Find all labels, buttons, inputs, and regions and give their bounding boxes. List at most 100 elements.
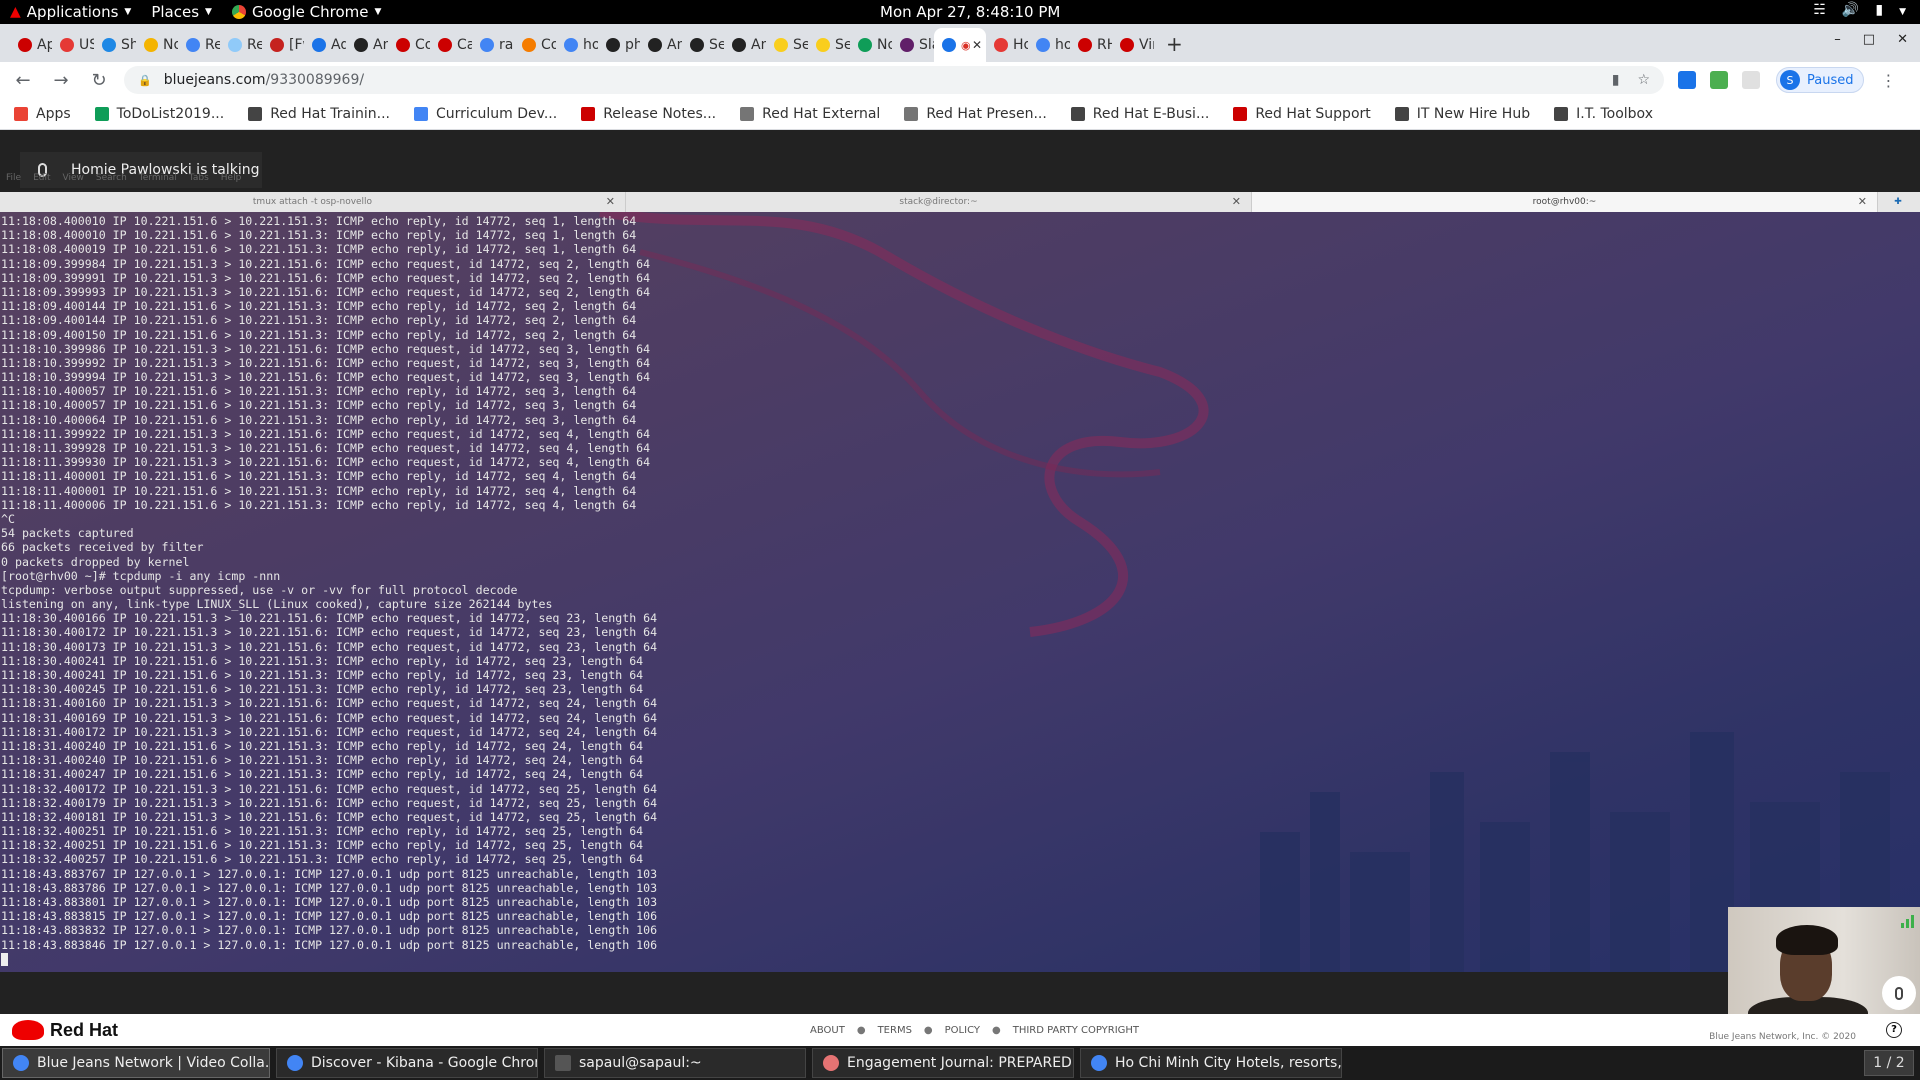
help-icon[interactable]: ? [1886, 1022, 1902, 1038]
browser-tab[interactable]: Nov [850, 28, 892, 62]
browser-tab[interactable]: Con [388, 28, 430, 62]
new-tab-button[interactable]: + [1166, 28, 1183, 62]
terminal-tab[interactable]: tmux attach -t osp-novello ✕ [0, 192, 626, 212]
browser-tab[interactable]: Res [220, 28, 262, 62]
terminal-line: ^C [1, 511, 15, 526]
taskbar-window-button[interactable]: Discover - Kibana - Google Chrome [276, 1048, 538, 1078]
terminal-cursor [1, 952, 8, 966]
places-menu[interactable]: Places ▼ [141, 0, 222, 24]
menu-icon[interactable]: ⋮ [1880, 71, 1896, 90]
reading-list-icon[interactable] [1742, 71, 1760, 89]
browser-tab[interactable]: Ama [346, 28, 388, 62]
close-icon[interactable]: ✕ [1232, 192, 1241, 212]
camera-icon[interactable]: ▮ [1612, 72, 1620, 88]
tab-favicon-icon [564, 38, 578, 52]
bookmark-item[interactable]: ToDoList2019... [94, 106, 224, 122]
workspace-switcher[interactable]: 1 / 2 [1864, 1050, 1914, 1076]
bookmark-item[interactable]: I.T. Toolbox [1554, 106, 1653, 122]
app-menu[interactable]: Google Chrome ▼ [222, 0, 391, 24]
browser-tab[interactable]: Adri [304, 28, 346, 62]
close-tab-icon[interactable]: ✕ [972, 38, 982, 52]
terminal-line: 11:18:09.399993 IP 10.221.151.3 > 10.221… [1, 284, 651, 299]
extension-photo-icon[interactable] [1710, 71, 1728, 89]
browser-tab[interactable]: Slac [892, 28, 934, 62]
browser-tab[interactable]: Sen [682, 28, 724, 62]
browser-tab[interactable]: App [10, 28, 52, 62]
bookmark-item[interactable]: Red Hat E-Busi... [1070, 106, 1209, 122]
browser-tab[interactable]: Sen [766, 28, 808, 62]
minimize-icon[interactable]: – [1834, 32, 1841, 47]
browser-tab[interactable]: rabl [472, 28, 514, 62]
page-footer: Red Hat ABOUT ● TERMS ● POLICY ● THIRD PARTY C… [0, 1014, 1920, 1046]
bookmark-item[interactable]: Red Hat Support [1233, 106, 1371, 122]
star-icon[interactable]: ☆ [1637, 72, 1650, 88]
browser-tab[interactable]: Sha [94, 28, 136, 62]
terminal-line: 11:18:32.400251 IP 10.221.151.6 > 10.221… [1, 838, 644, 853]
taskbar-window-button[interactable]: sapaul@sapaul:~ [544, 1048, 806, 1078]
tab-active[interactable]: ◉ ✕ [934, 28, 986, 62]
back-icon[interactable]: ← [8, 70, 38, 91]
taskbar-window-button[interactable]: Engagement Journal: PREPARED F... [812, 1048, 1074, 1078]
footer-link[interactable]: ABOUT [810, 1025, 845, 1036]
close-icon[interactable]: ✕ [606, 192, 615, 212]
browser-tab[interactable]: Cas [430, 28, 472, 62]
system-tray[interactable]: ☵ 🔊 ▮ ▼ [1813, 2, 1906, 22]
browser-tab[interactable]: Ama [724, 28, 766, 62]
mute-microphone-button[interactable] [1882, 976, 1916, 1010]
terminal-line: 11:18:30.400166 IP 10.221.151.3 > 10.221… [1, 611, 658, 626]
taskbar-window-button[interactable]: Ho Chi Minh City Hotels, resorts, ... [1080, 1048, 1342, 1078]
bookmark-item[interactable]: Release Notes... [581, 106, 716, 122]
browser-tab[interactable]: Hov [986, 28, 1028, 62]
maximize-icon[interactable]: □ [1863, 32, 1875, 47]
terminal-line: 11:18:30.400241 IP 10.221.151.6 > 10.221… [1, 668, 644, 682]
tab-label: Sen [709, 37, 724, 53]
footer-link[interactable]: THIRD PARTY COPYRIGHT [1013, 1025, 1139, 1036]
bookmark-item[interactable]: Red Hat External [740, 106, 880, 122]
bookmark-item[interactable]: Curriculum Dev... [414, 106, 557, 122]
bookmark-item[interactable]: IT New Hire Hub [1394, 106, 1530, 122]
browser-tab[interactable]: Virt [1112, 28, 1154, 62]
separator-dot: ● [923, 1024, 933, 1036]
terminal-tab[interactable]: stack@director:~ ✕ [626, 192, 1252, 212]
tab-label: Con [415, 37, 430, 53]
close-icon[interactable]: ✕ [1897, 32, 1908, 47]
browser-tab[interactable]: hov [556, 28, 598, 62]
profile-button[interactable]: S Paused [1776, 67, 1865, 93]
tab-favicon-icon [858, 38, 872, 52]
clock[interactable]: Mon Apr 27, 8:48:10 PM [880, 3, 1060, 21]
browser-tab[interactable]: Sen [808, 28, 850, 62]
terminal-output[interactable]: 11:18:08.400010 IP 10.221.151.6 > 10.221… [1, 214, 657, 966]
close-icon[interactable]: ✕ [1858, 192, 1867, 212]
footer-link[interactable]: POLICY [945, 1025, 980, 1036]
address-bar[interactable]: 🔒 bluejeans.com/9330089969/ ▮ ☆ [124, 66, 1664, 94]
terminal-line: 11:18:10.400057 IP 10.221.151.6 > 10.221… [1, 398, 637, 413]
reload-icon[interactable]: ↻ [84, 70, 114, 91]
new-terminal-tab-icon[interactable]: ✚ [1878, 192, 1918, 212]
browser-tab[interactable]: hov [1028, 28, 1070, 62]
bookmark-item[interactable]: Red Hat Trainin... [248, 106, 390, 122]
tab-label: Hov [1013, 37, 1028, 53]
bookmark-label: Red Hat External [762, 105, 881, 122]
applications-menu[interactable]: ▲ Applications ▼ [0, 0, 141, 24]
bookmark-item[interactable]: Apps [14, 106, 71, 122]
footer-link[interactable]: TERMS [878, 1025, 912, 1036]
taskbar-window-button[interactable]: Blue Jeans Network | Video Colla... [2, 1048, 270, 1078]
terminal-tab[interactable]: root@rhv00:~ ✕ [1252, 192, 1878, 212]
browser-tab[interactable]: US2 [52, 28, 94, 62]
browser-tab[interactable]: Am [640, 28, 682, 62]
copyright: Blue Jeans Network, Inc. © 2020 [1709, 1032, 1856, 1042]
places-label: Places [151, 3, 200, 21]
bookmark-favicon-icon [1233, 106, 1248, 121]
extension-b-icon[interactable] [1678, 71, 1696, 89]
browser-tab[interactable]: php [598, 28, 640, 62]
browser-tab[interactable]: Con [514, 28, 556, 62]
bookmark-label: Apps [36, 105, 71, 122]
browser-tab[interactable]: [Fw [262, 28, 304, 62]
bookmark-item[interactable]: Red Hat Presen... [904, 106, 1047, 122]
tab-favicon-icon [438, 38, 452, 52]
browser-tab[interactable]: RHE [1070, 28, 1112, 62]
browser-tab[interactable]: Red [178, 28, 220, 62]
self-view-video[interactable] [1728, 907, 1920, 1014]
browser-tab[interactable]: Nov [136, 28, 178, 62]
forward-icon[interactable]: → [46, 70, 76, 91]
